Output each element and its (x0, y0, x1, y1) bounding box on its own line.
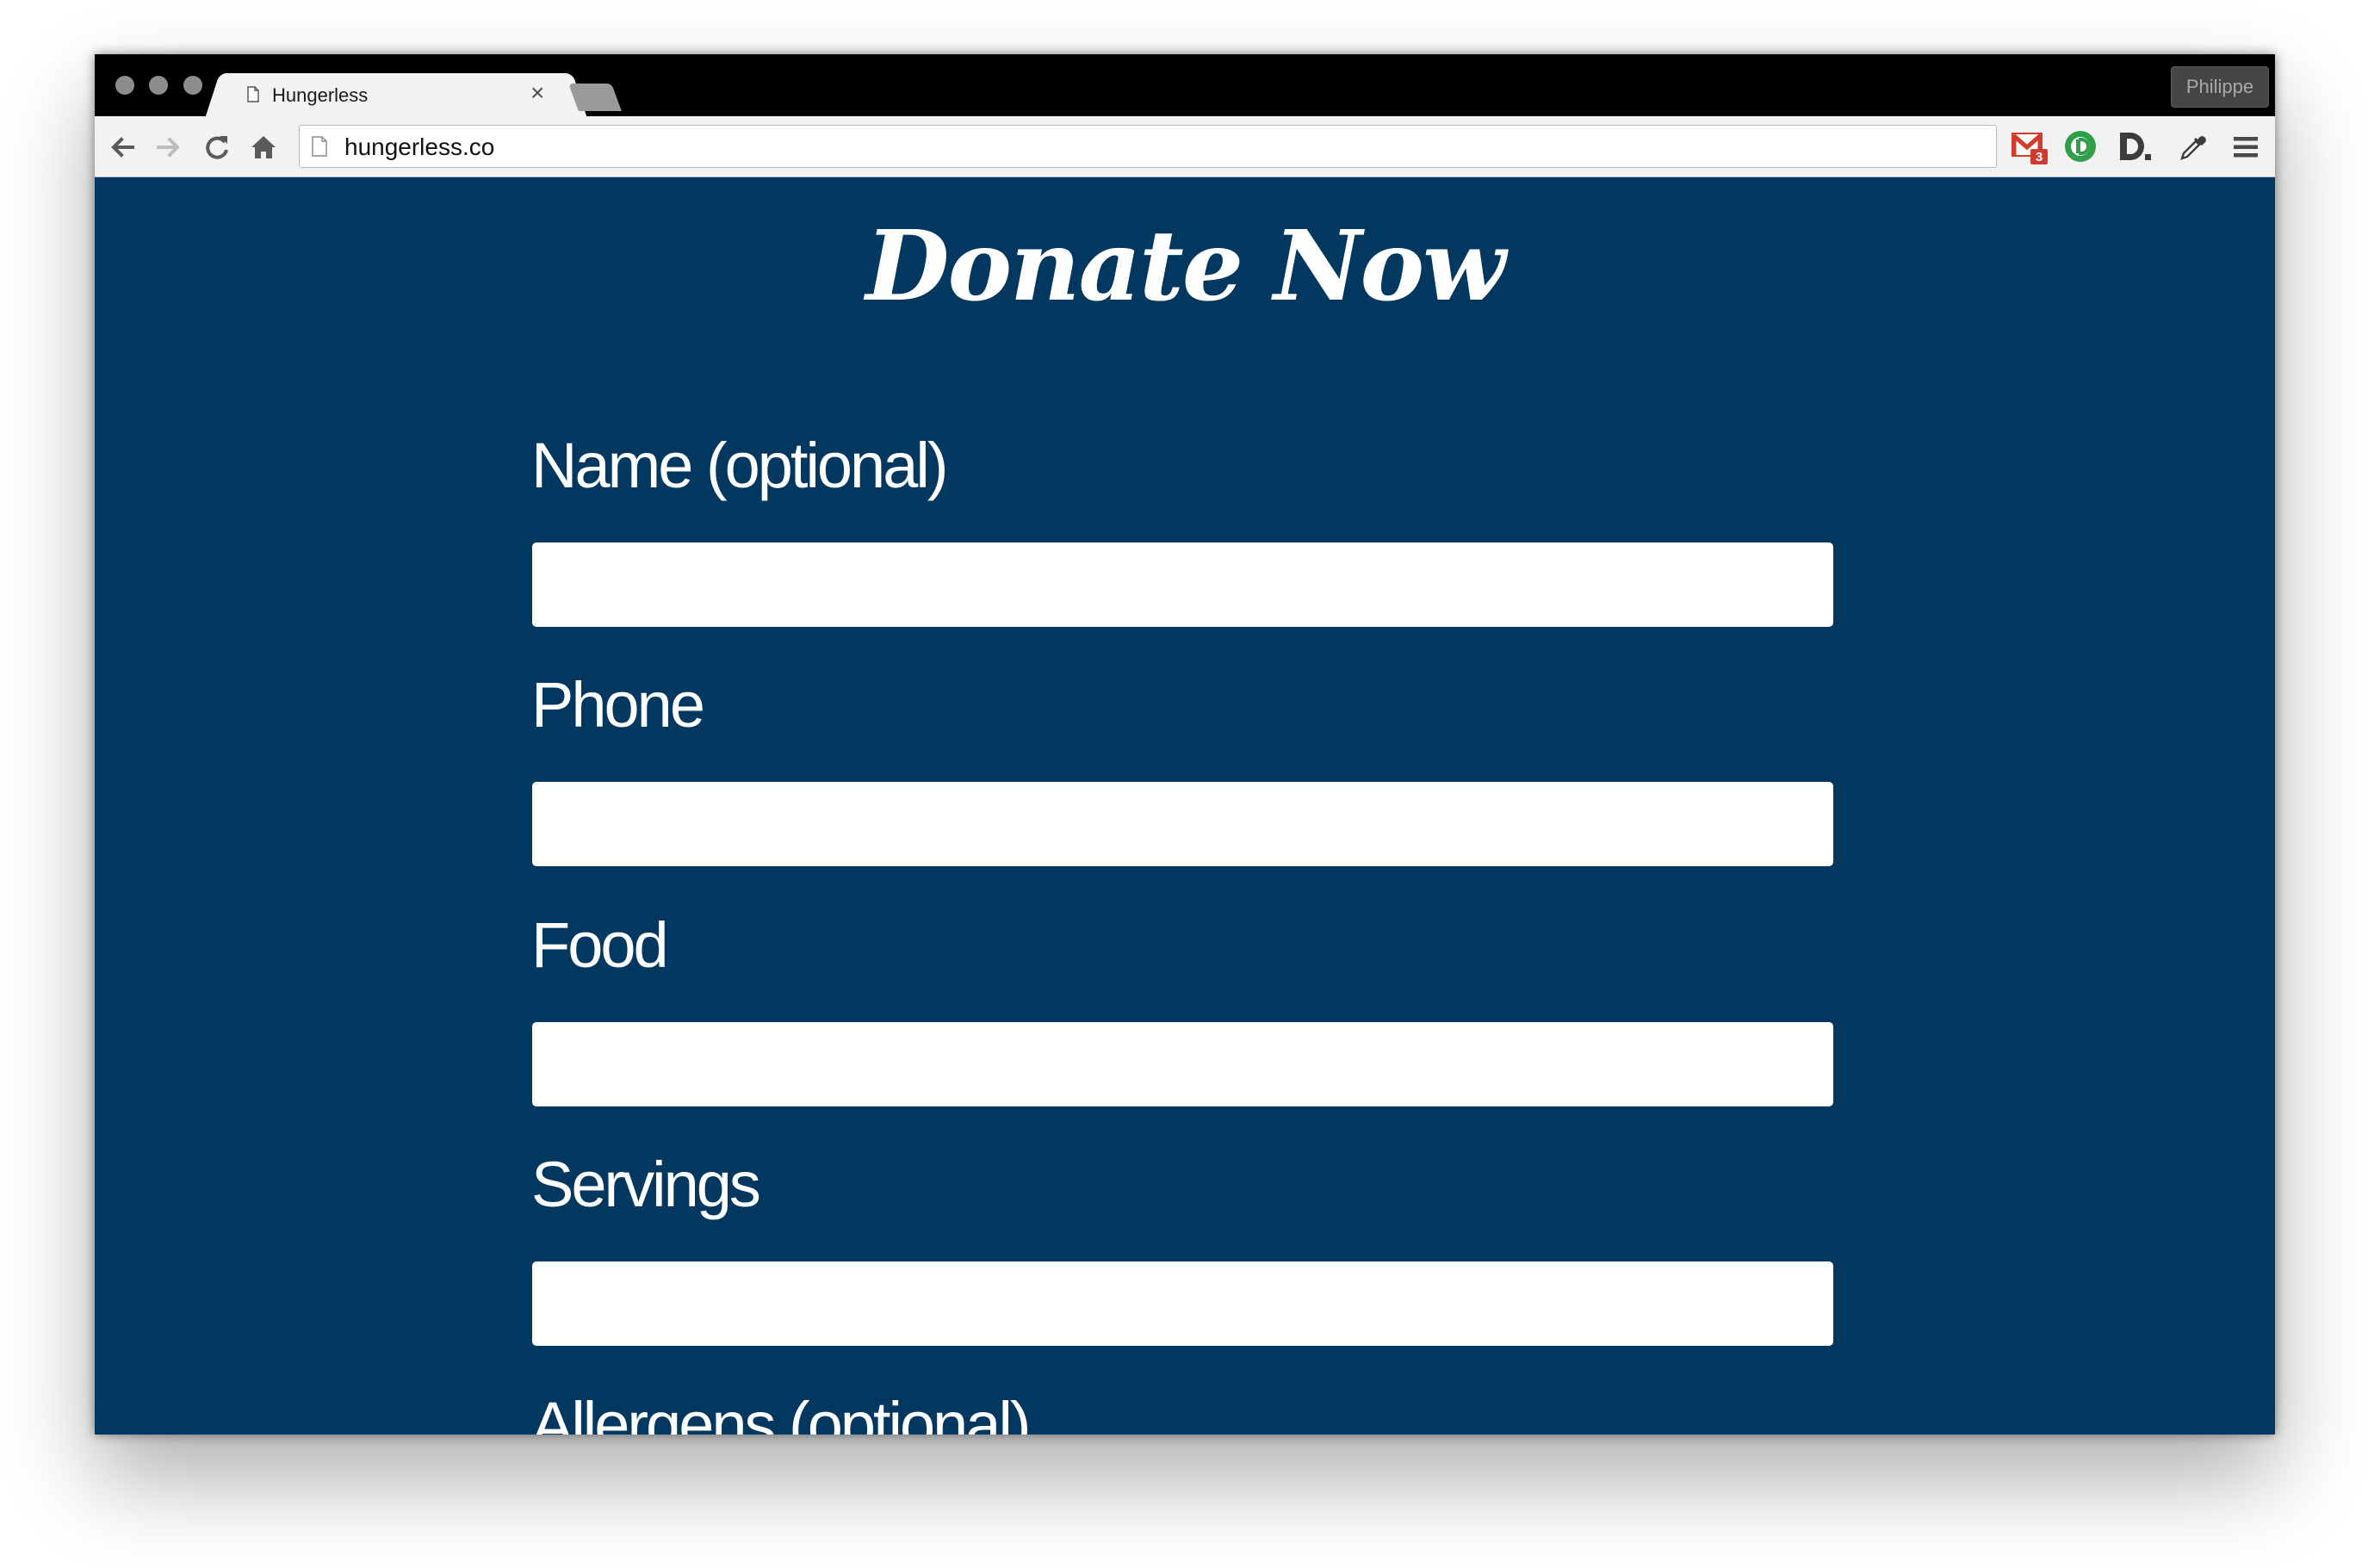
page-content: Donate Now Name (optional) Phone Food Se… (95, 177, 2275, 1435)
window-maximize-button[interactable] (183, 76, 202, 95)
tab-strip: Hungerless × Philippe (95, 54, 2275, 121)
window-close-button[interactable] (115, 76, 134, 95)
window-minimize-button[interactable] (149, 76, 168, 95)
back-arrow-icon[interactable] (107, 132, 138, 163)
page-icon (312, 136, 327, 157)
extension-d-green-icon[interactable] (2063, 129, 2098, 164)
browser-window: Hungerless × Philippe hungerless.co 3 Do… (95, 54, 2275, 1435)
name-label: Name (optional) (531, 430, 948, 501)
extension-d-dark-icon[interactable] (2117, 129, 2153, 164)
food-label: Food (531, 909, 669, 981)
servings-label: Servings (531, 1149, 761, 1220)
reload-icon[interactable] (201, 132, 232, 163)
phone-input[interactable] (532, 782, 1833, 866)
gmail-icon[interactable]: 3 (2010, 127, 2049, 166)
food-input[interactable] (532, 1022, 1833, 1106)
home-icon[interactable] (248, 132, 279, 163)
tab-close-icon[interactable]: × (530, 79, 544, 106)
name-input[interactable] (532, 542, 1833, 627)
gmail-badge: 3 (2036, 150, 2043, 164)
tab-title: Hungerless (272, 84, 369, 106)
forward-arrow-icon[interactable] (153, 132, 184, 163)
page-title: Donate Now (865, 210, 1505, 323)
address-bar[interactable]: hungerless.co (299, 125, 1997, 168)
servings-input[interactable] (532, 1261, 1833, 1346)
allergens-label: Allergens (optional) (531, 1389, 1032, 1435)
browser-toolbar: hungerless.co 3 (95, 116, 2275, 177)
url-text: hungerless.co (344, 133, 495, 160)
tab-hungerless[interactable]: Hungerless × (224, 73, 568, 121)
phone-label: Phone (531, 669, 705, 741)
new-tab-button[interactable] (568, 84, 622, 111)
eyedropper-icon[interactable] (2177, 132, 2208, 163)
profile-button[interactable]: Philippe (2171, 66, 2269, 108)
page-icon (247, 86, 259, 102)
menu-icon[interactable] (2230, 132, 2261, 163)
